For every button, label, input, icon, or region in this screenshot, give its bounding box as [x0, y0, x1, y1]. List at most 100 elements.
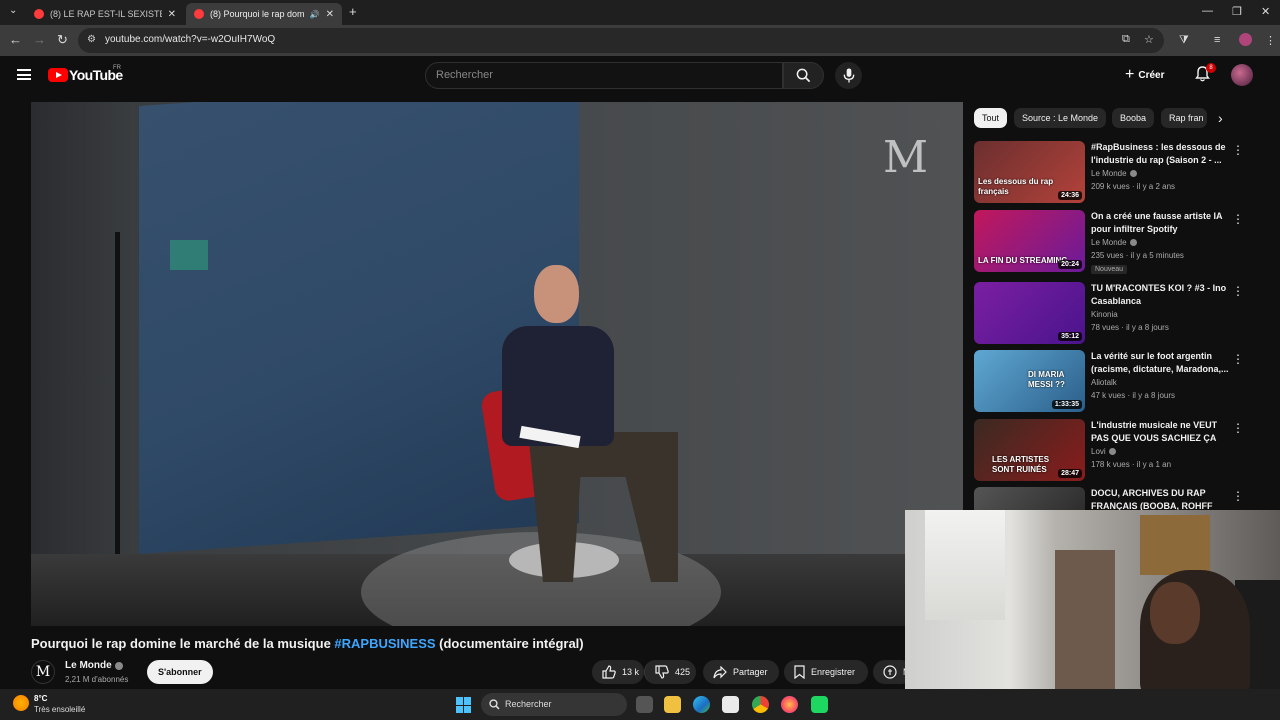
bookmark-icon — [794, 665, 805, 679]
account-avatar[interactable] — [1231, 64, 1253, 86]
taskbar-search[interactable]: Rechercher — [481, 693, 627, 716]
bookmark-star-icon[interactable]: ☆ — [1144, 33, 1154, 46]
subscribe-button[interactable]: S'abonner — [147, 660, 213, 684]
recommendation-item[interactable]: DI MARIA MESSI ?? 1:33:35 La vérité sur … — [974, 350, 1254, 412]
recommendation-channel[interactable]: Le Monde — [1091, 169, 1137, 178]
more-options-icon[interactable]: ⋮ — [1232, 143, 1244, 157]
video-thumbnail[interactable]: LA FIN DU STREAMING 20:24 — [974, 210, 1085, 272]
thumbnail-text: LA FIN DU STREAMING — [978, 256, 1068, 265]
video-player[interactable]: M — [31, 102, 963, 626]
media-control-icon[interactable]: ≡ — [1214, 34, 1220, 46]
extensions-icon[interactable]: ⧩ — [1179, 34, 1189, 47]
voice-search-button[interactable] — [835, 62, 862, 89]
video-thumbnail[interactable] — [974, 487, 1085, 511]
recommendation-item[interactable]: LES ARTISTES SONT RUINÉS 28:47 L'industr… — [974, 419, 1254, 481]
recommendation-channel[interactable]: Kinonia — [1091, 310, 1118, 319]
firefox-icon[interactable] — [781, 696, 798, 713]
weather-temperature[interactable]: 8°C — [34, 694, 47, 703]
recommendation-title[interactable]: L'industrie musicale ne VEUT PAS QUE VOU… — [1091, 419, 1229, 445]
recommendation-item[interactable]: LA FIN DU STREAMING 20:24 On a créé une … — [974, 210, 1254, 274]
tab-rap-sexiste[interactable]: (8) LE RAP EST-IL SEXISTE ? (4 P ✕ — [26, 3, 184, 25]
recommendation-title[interactable]: La vérité sur le foot argentin (racisme,… — [1091, 350, 1229, 376]
chevron-right-icon[interactable]: › — [1218, 110, 1223, 126]
search-box[interactable] — [425, 62, 783, 89]
video-duration: 20:24 — [1058, 260, 1082, 269]
chip-source-le-monde[interactable]: Source : Le Monde — [1014, 108, 1107, 128]
hamburger-menu-icon[interactable] — [17, 69, 31, 80]
chip-rap-francais[interactable]: Rap fran — [1161, 108, 1207, 128]
windows-start-icon[interactable] — [456, 697, 472, 713]
youtube-favicon-icon — [34, 9, 44, 19]
more-options-icon[interactable]: ⋮ — [1232, 284, 1244, 298]
task-view-icon[interactable] — [636, 696, 653, 713]
minimize-icon[interactable]: — — [1202, 5, 1213, 17]
reload-icon[interactable]: ↻ — [57, 33, 68, 47]
recommendation-meta: 178 k vues · il y a 1 an — [1091, 460, 1172, 469]
address-bar[interactable]: ⚙ youtube.com/watch?v=-w2OuIH7WoQ ⧉ ☆ — [78, 28, 1164, 53]
chip-booba[interactable]: Booba — [1112, 108, 1155, 128]
close-tab-icon[interactable]: ✕ — [326, 9, 334, 20]
youtube-header: YouTube FR + Créer 8 — [0, 56, 1280, 96]
file-explorer-icon[interactable] — [664, 696, 681, 713]
app-icon[interactable] — [811, 696, 828, 713]
weather-description[interactable]: Très ensoleillé — [34, 705, 85, 714]
forward-arrow-icon[interactable]: → — [33, 33, 46, 47]
tab-search-chevron-icon[interactable]: ⌄ — [9, 5, 17, 16]
profile-avatar[interactable] — [1239, 33, 1252, 46]
video-thumbnail[interactable]: DI MARIA MESSI ?? 1:33:35 — [974, 350, 1085, 412]
cast-icon[interactable]: ⧉ — [1122, 33, 1130, 46]
channel-avatar[interactable]: M — [31, 660, 55, 684]
video-title: Pourquoi le rap domine le marché de la m… — [31, 636, 584, 651]
recommendation-item[interactable]: 35:12 TU M'RACONTES KOI ? #3 - Ino Casab… — [974, 282, 1254, 344]
video-thumbnail[interactable]: LES ARTISTES SONT RUINÉS 28:47 — [974, 419, 1085, 481]
recommendation-channel[interactable]: Le Monde — [1091, 238, 1137, 247]
site-info-icon[interactable]: ⚙ — [87, 34, 96, 45]
recommendation-title[interactable]: DOCU, ARCHIVES DU RAP FRANÇAIS (BOOBA, R… — [1091, 487, 1229, 511]
dislike-button[interactable]: 425 — [644, 660, 696, 684]
maximize-icon[interactable]: ❐ — [1232, 5, 1242, 18]
recommendation-title[interactable]: On a créé une fausse artiste IA pour inf… — [1091, 210, 1229, 236]
save-button[interactable]: Enregistrer — [784, 660, 868, 684]
recommendation-channel[interactable]: Aliotalk — [1091, 378, 1117, 387]
weather-sun-icon[interactable] — [13, 695, 29, 711]
recommendation-item[interactable]: Les dessous du rap français 24:36 #RapBu… — [974, 141, 1254, 203]
youtube-favicon-icon — [194, 9, 204, 19]
video-thumbnail[interactable]: 35:12 — [974, 282, 1085, 344]
search-icon — [796, 68, 811, 83]
recommendation-title[interactable]: #RapBusiness : les dessous de l'industri… — [1091, 141, 1229, 167]
tab-pourquoi-rap[interactable]: (8) Pourquoi le rap domine 🔊 ✕ — [186, 3, 342, 25]
url-text[interactable]: youtube.com/watch?v=-w2OuIH7WoQ — [105, 34, 275, 45]
subscriber-count: 2,21 M d'abonnés — [65, 675, 129, 684]
edge-icon[interactable] — [693, 696, 710, 713]
store-icon[interactable] — [722, 696, 739, 713]
youtube-logo-icon[interactable] — [48, 68, 68, 82]
recommendation-channel[interactable]: Lovi — [1091, 447, 1116, 456]
close-tab-icon[interactable]: ✕ — [168, 9, 176, 20]
search-button[interactable] — [783, 62, 824, 89]
browser-toolbar: ← → ↻ ⚙ youtube.com/watch?v=-w2OuIH7WoQ … — [0, 25, 1280, 56]
video-thumbnail[interactable]: Les dessous du rap français 24:36 — [974, 141, 1085, 203]
share-button[interactable]: Partager — [703, 660, 779, 684]
like-button[interactable]: 13 k — [592, 660, 644, 684]
thumbnail-text: DI MARIA MESSI ?? — [1028, 370, 1065, 389]
search-input[interactable] — [436, 69, 766, 81]
chip-all[interactable]: Tout — [974, 108, 1008, 128]
more-options-icon[interactable]: ⋮ — [1232, 212, 1244, 226]
more-options-icon[interactable]: ⋮ — [1232, 489, 1244, 503]
browser-menu-icon[interactable]: ⋮ — [1265, 34, 1276, 47]
new-tab-button[interactable]: + — [349, 4, 357, 19]
recommendation-title[interactable]: TU M'RACONTES KOI ? #3 - Ino Casablanca — [1091, 282, 1229, 308]
back-arrow-icon[interactable]: ← — [9, 33, 22, 47]
channel-name: Aliotalk — [1091, 378, 1117, 387]
recommendation-meta: 209 k vues · il y a 2 ans — [1091, 182, 1176, 191]
channel-name[interactable]: Le Monde — [65, 660, 112, 671]
video-duration: 24:36 — [1058, 191, 1082, 200]
chrome-icon[interactable] — [752, 696, 769, 713]
create-button[interactable]: + Créer — [1125, 64, 1164, 86]
more-options-icon[interactable]: ⋮ — [1232, 421, 1244, 435]
speaker-icon[interactable]: 🔊 — [310, 10, 320, 19]
hashtag-link[interactable]: #RAPBUSINESS — [334, 636, 435, 651]
close-window-icon[interactable]: ✕ — [1261, 5, 1270, 18]
more-options-icon[interactable]: ⋮ — [1232, 352, 1244, 366]
recommendation-item[interactable]: DOCU, ARCHIVES DU RAP FRANÇAIS (BOOBA, R… — [974, 487, 1254, 511]
